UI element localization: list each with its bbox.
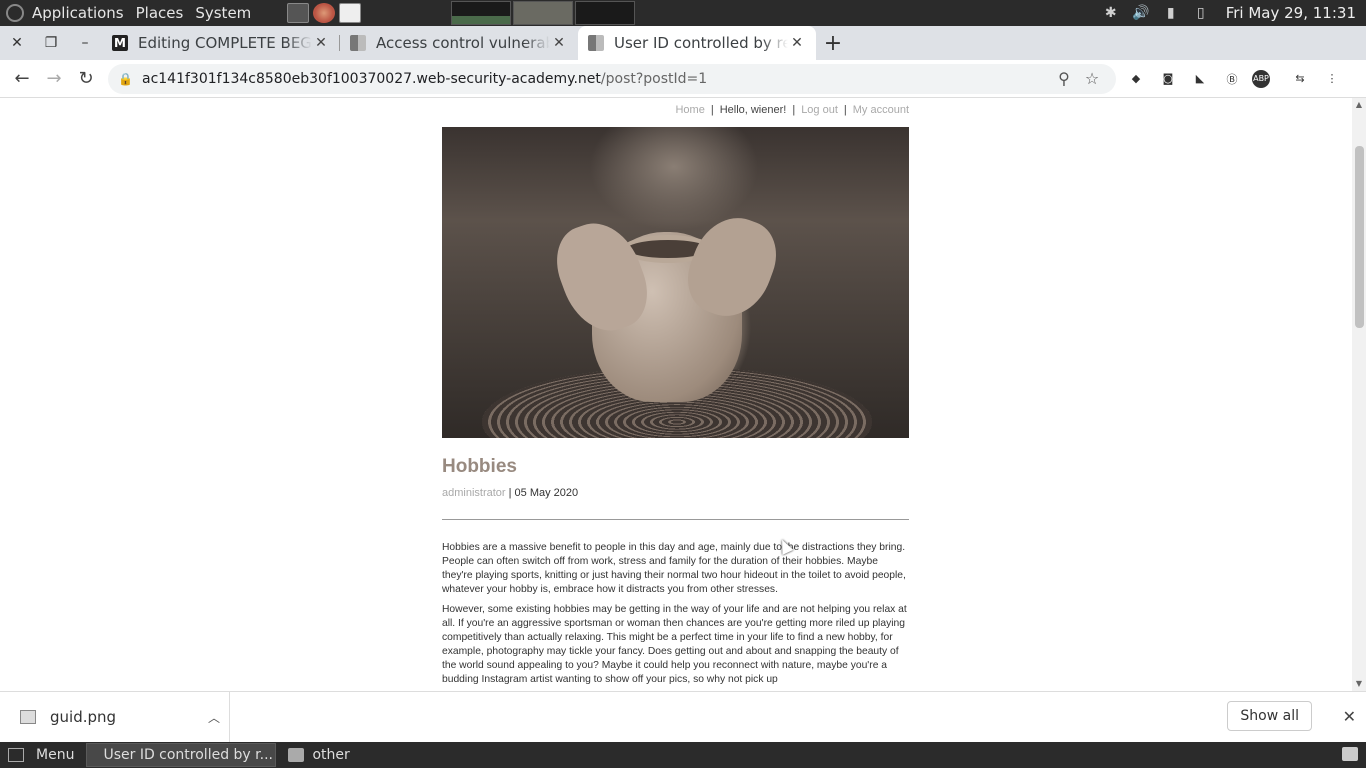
close-tab-icon[interactable]: ✕ [312,35,330,51]
portswigger-icon [350,35,366,51]
chrome-menu-icon[interactable]: ⋮ [1320,67,1344,91]
adblock-plus-icon[interactable]: ABP [1252,69,1270,88]
scrollbar-thumb[interactable] [1355,146,1364,328]
applications-menu[interactable]: Applications [0,0,130,26]
close-tab-icon[interactable]: ✕ [550,35,568,51]
post-image [442,127,909,438]
terminal-launcher-icon[interactable] [287,3,310,23]
taskbar-window-chrome[interactable]: User ID controlled by r... [86,743,277,767]
chevron-up-icon[interactable]: ︿ [199,709,229,726]
page-scrollbar[interactable]: ▲ ▼ [1352,98,1366,691]
tab-title: Editing COMPLETE BEGINNER'S GUIDE [138,34,312,52]
tab-user-id-controlled[interactable]: User ID controlled by request parameter … [578,26,816,60]
workspace-icon[interactable] [1342,747,1358,761]
tab-strip: ✕ ❐ – M Editing COMPLETE BEGINNER'S GUID… [0,26,1366,60]
system-label: System [195,4,252,22]
back-button[interactable]: ← [6,63,38,95]
minimize-window-icon[interactable]: – [68,26,102,60]
extensions-area: ◆ ◙ ◣ Ⓑ ABP ⇆ ⋮ [1124,67,1344,91]
show-all-button[interactable]: Show all [1227,701,1312,731]
post-date: | 05 May 2020 [508,487,579,499]
post-paragraph: However, some existing hobbies may be ge… [442,604,907,685]
post-author[interactable]: administrator [442,487,506,499]
volume-icon[interactable]: 🔊 [1132,4,1150,22]
download-filename: guid.png [50,708,117,726]
applications-label: Applications [32,4,124,22]
logout-link[interactable]: Log out [801,104,838,116]
text-editor-launcher-icon[interactable] [339,3,362,23]
window-title: other [312,747,350,763]
new-tab-button[interactable]: + [816,26,850,60]
extension-translate-icon[interactable]: ⇆ [1288,67,1312,91]
firefox-launcher-icon[interactable] [313,3,336,23]
address-bar[interactable]: 🔒 ac141f301f134c8580eb30f100370027.web-s… [108,63,1116,94]
url-host: ac141f301f134c8580eb30f100370027.web-sec… [142,70,601,87]
post-body: Hobbies are a massive benefit to people … [442,541,910,691]
extension-cube-icon[interactable]: ◆ [1124,67,1148,91]
post-paragraph: Hobbies are a massive benefit to people … [442,542,906,595]
medium-icon: M [112,35,128,51]
cpu-graph [451,1,512,25]
lock-icon[interactable]: 🔒 [118,72,136,86]
bluetooth-icon[interactable]: ✱ [1102,4,1120,22]
nav-separator: | [792,104,796,116]
restore-window-icon[interactable]: ❐ [34,26,68,60]
battery-icon[interactable]: ▯ [1192,4,1210,22]
scroll-down-icon[interactable]: ▼ [1352,677,1366,691]
browser-toolbar: ← → ↻ 🔒 ac141f301f134c8580eb30f100370027… [0,60,1366,98]
tab-editing-guide[interactable]: M Editing COMPLETE BEGINNER'S GUIDE ✕ [102,26,340,60]
divider [442,519,909,520]
extension-b-icon[interactable]: Ⓑ [1220,67,1244,91]
tab-title: Access control vulnerabilities [376,34,550,52]
download-item[interactable]: guid.png ︿ [0,691,230,743]
system-menu[interactable]: System [189,0,257,26]
image-file-icon [20,710,36,724]
close-icon[interactable]: ✕ [1343,707,1356,726]
scroll-up-icon[interactable]: ▲ [1352,98,1366,112]
post-meta: administrator | 05 May 2020 [442,487,578,499]
taskbar-window-folder[interactable]: other [280,743,357,767]
distro-logo-icon [6,4,24,22]
menu-label: Menu [36,747,75,763]
folder-icon [288,748,305,762]
system-monitor [451,1,636,25]
greeting: Hello, wiener! [719,104,787,116]
home-link[interactable]: Home [675,104,704,116]
extension-mask-icon[interactable]: ◙ [1156,67,1180,91]
network-graph [575,1,636,25]
extension-fox-icon[interactable]: ◣ [1188,67,1212,91]
url-text[interactable]: ac141f301f134c8580eb30f100370027.web-sec… [142,71,1050,87]
top-panel: Applications Places System ✱ 🔊 ▮ ▯ Fri M… [0,0,1366,26]
window-title: User ID controlled by r... [103,747,273,763]
tab-title: User ID controlled by request parameter [614,34,788,52]
close-window-icon[interactable]: ✕ [0,26,34,60]
portswigger-icon [588,35,604,51]
nav-separator: | [843,104,847,116]
clock[interactable]: Fri May 29, 11:31 [1226,4,1356,22]
system-tray: ✱ 🔊 ▮ ▯ Fri May 29, 11:31 [1102,0,1356,26]
bookmark-star-icon[interactable]: ☆ [1078,69,1106,88]
site-nav: Home | Hello, wiener! | Log out | My account [442,104,909,116]
post-title: Hobbies [442,456,517,477]
bottom-taskbar: Menu User ID controlled by r... other [0,742,1366,768]
url-path: /post?postId=1 [600,70,708,87]
page-viewport: Home | Hello, wiener! | Log out | My account H… [0,98,1352,691]
show-desktop-icon[interactable] [8,748,24,762]
download-shelf: guid.png ︿ Show all ✕ [0,691,1366,743]
tab-access-control[interactable]: Access control vulnerabilities ✕ [340,26,578,60]
my-account-link[interactable]: My account [853,104,909,116]
close-tab-icon[interactable]: ✕ [788,35,806,51]
reload-button[interactable]: ↻ [70,63,102,95]
nav-separator: | [710,104,714,116]
forward-button[interactable]: → [38,63,70,95]
zoom-icon[interactable]: ⚲ [1050,69,1078,88]
memory-graph [513,1,574,25]
network-signal-icon[interactable]: ▮ [1162,4,1180,22]
places-label: Places [135,4,184,22]
menu-button[interactable]: Menu [0,742,82,768]
places-menu[interactable]: Places [130,0,190,26]
